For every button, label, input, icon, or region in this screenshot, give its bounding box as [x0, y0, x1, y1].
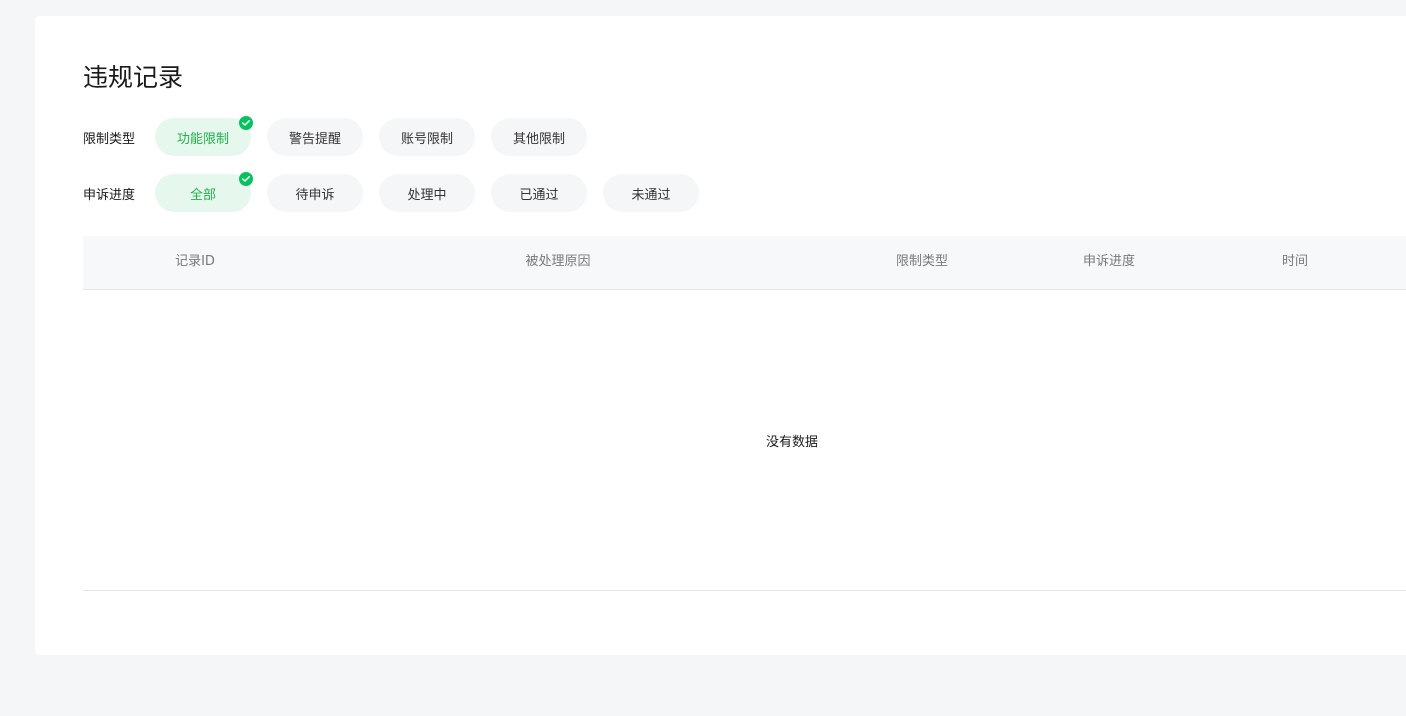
empty-state-text: 没有数据: [765, 435, 819, 450]
chip-label: 全部: [189, 187, 216, 203]
appeal-progress-label: 申诉进度: [83, 187, 136, 203]
chip-label: 已通过: [519, 187, 559, 203]
filter-chip-pending-appeal[interactable]: 待申诉: [267, 174, 363, 212]
chip-label: 待申诉: [295, 187, 335, 203]
chip-label: 处理中: [407, 187, 447, 203]
filter-chip-warning-reminder[interactable]: 警告提醒: [267, 118, 363, 156]
chip-label: 警告提醒: [288, 131, 341, 147]
records-table-header: 记录ID 被处理原因 限制类型 申诉进度 时间: [83, 236, 1406, 290]
filter-chip-all[interactable]: 全部: [155, 172, 253, 212]
check-circle-icon: [239, 116, 253, 130]
filter-chip-other-restriction[interactable]: 其他限制: [491, 118, 587, 156]
column-header-appeal-progress: 申诉进度: [1082, 254, 1136, 269]
restriction-type-label: 限制类型: [83, 131, 136, 147]
chip-label: 其他限制: [512, 131, 565, 147]
chip-label: 未通过: [631, 187, 671, 203]
violation-records-panel: 违规记录 限制类型 功能限制 警告提醒 账号限制 其他限制 申诉进度 全部 待申…: [35, 16, 1406, 655]
filter-chip-processing[interactable]: 处理中: [379, 174, 475, 212]
page-title: 违规记录: [83, 63, 184, 92]
column-header-restriction-type: 限制类型: [895, 254, 949, 269]
column-header-time: 时间: [1281, 254, 1309, 269]
column-header-reason: 被处理原因: [525, 254, 591, 269]
chip-label: 功能限制: [176, 131, 229, 147]
check-circle-icon: [239, 172, 253, 186]
restriction-type-filter: 限制类型 功能限制 警告提醒 账号限制 其他限制: [83, 116, 603, 156]
filter-chip-function-restriction[interactable]: 功能限制: [155, 116, 253, 156]
chip-label: 账号限制: [400, 131, 453, 147]
column-header-record-id: 记录ID: [175, 254, 215, 269]
filter-chip-account-restriction[interactable]: 账号限制: [379, 118, 475, 156]
records-table-body: 没有数据: [83, 290, 1406, 591]
filter-chip-rejected[interactable]: 未通过: [603, 174, 699, 212]
filter-chip-approved[interactable]: 已通过: [491, 174, 587, 212]
appeal-progress-filter: 申诉进度 全部 待申诉 处理中 已通过 未通过: [83, 172, 715, 212]
